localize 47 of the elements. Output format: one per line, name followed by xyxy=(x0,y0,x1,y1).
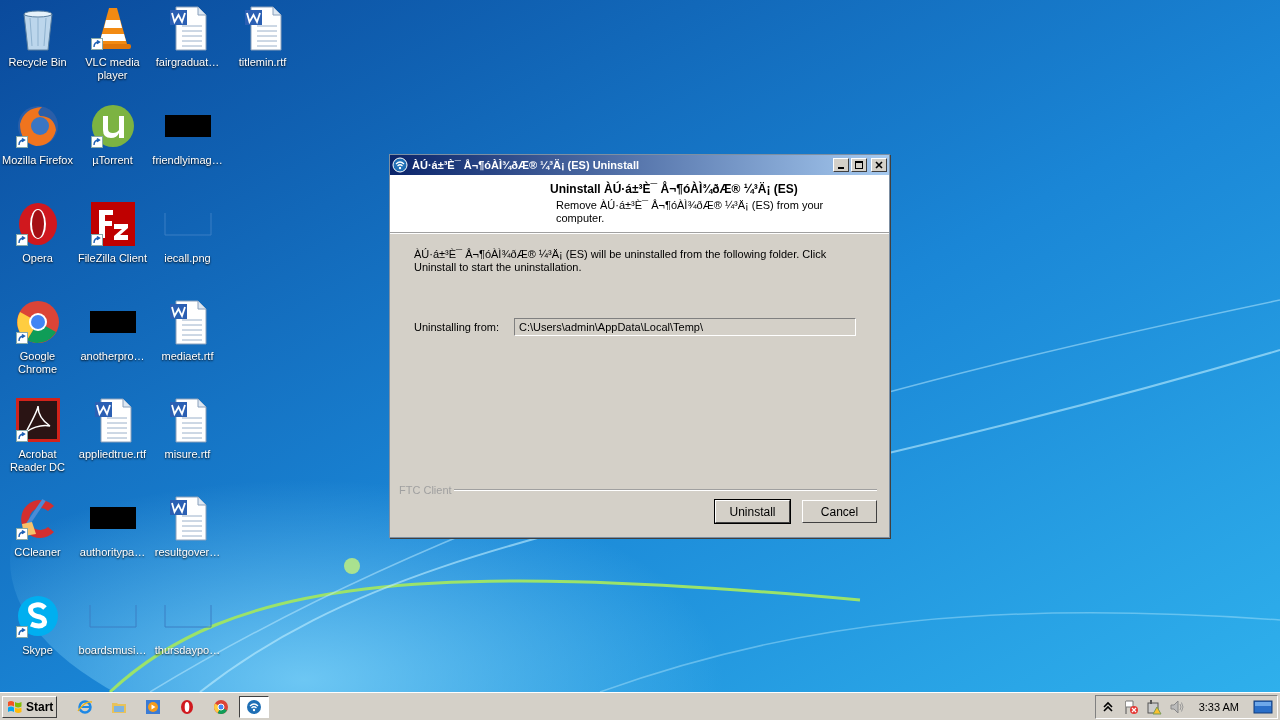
description-text: ÀÚ·á±³È¯ Å¬¶óÀÌ¾ðÆ® ¼³Ä¡ (ES) will be uninstalled from the following folder. Click Uninstall to start the uninstallation. xyxy=(414,248,828,274)
show-desktop-icon[interactable] xyxy=(1253,698,1273,715)
desktop-icon[interactable]: Recycle Bin xyxy=(0,4,75,102)
minimize-button[interactable] xyxy=(833,158,849,172)
cancel-button[interactable]: Cancel xyxy=(802,500,877,523)
desktop-icon[interactable]: titlemin.rtf xyxy=(225,4,300,102)
desktop-icon[interactable]: mediaet.rtf xyxy=(150,298,225,396)
windows-logo-icon xyxy=(6,698,24,715)
desktop-icon[interactable]: Google Chrome xyxy=(0,298,75,396)
close-icon xyxy=(874,160,884,170)
network-warning-icon[interactable] xyxy=(1145,698,1162,715)
desktop-icon[interactable]: Mozilla Firefox xyxy=(0,102,75,200)
desktop-icon[interactable]: fairgraduat… xyxy=(150,4,225,102)
desktop-icon[interactable]: Acrobat Reader DC xyxy=(0,396,75,494)
dialog-subheading: Remove ÀÚ·á±³È¯ Å¬¶óÀÌ¾ðÆ® ¼³Ä¡ (ES) from your computer. xyxy=(555,199,825,225)
desktop-icon[interactable]: Opera xyxy=(0,200,75,298)
minimize-icon xyxy=(838,167,844,169)
uninstall-button[interactable]: Uninstall xyxy=(715,500,790,523)
field-label: Uninstalling from: xyxy=(414,321,498,333)
desktop-icon[interactable]: appliedtrue.rtf xyxy=(75,396,150,494)
close-button[interactable] xyxy=(871,158,887,172)
desktop-icon[interactable]: CCleaner xyxy=(0,494,75,592)
opera-logo-icon xyxy=(179,698,196,715)
maximize-icon xyxy=(854,160,864,170)
desktop-icon[interactable]: authoritypa… xyxy=(75,494,150,592)
installer-icon xyxy=(246,698,263,715)
desktop-icon[interactable]: µTorrent xyxy=(75,102,150,200)
desktop-icon[interactable]: Skype xyxy=(0,592,75,690)
path-field[interactable]: C:\Users\admin\AppData\Local\Temp\ xyxy=(514,318,856,336)
clock: 3:33 AM xyxy=(1198,700,1239,713)
dialog-heading: Uninstall ÀÚ·á±³È¯ Å¬¶óÀÌ¾ðÆ® ¼³Ä¡ (ES) xyxy=(550,182,799,196)
installer-icon xyxy=(392,157,408,173)
desktop-icon[interactable]: resultgover… xyxy=(150,494,225,592)
flag-error-icon[interactable] xyxy=(1122,698,1139,715)
taskbar-button[interactable] xyxy=(239,695,270,718)
media-player-icon xyxy=(145,698,162,715)
window-title: ÀÚ·á±³È¯ Å¬¶óÀÌ¾ðÆ® ¼³Ä¡ (ES) Uninstall xyxy=(412,159,641,171)
internet-explorer-icon xyxy=(77,698,94,715)
desktop-icon[interactable]: misure.rtf xyxy=(150,396,225,494)
desktop-icon[interactable]: anotherpro… xyxy=(75,298,150,396)
start-button[interactable]: Start xyxy=(2,695,58,718)
desktop-icon[interactable]: FileZilla Client xyxy=(75,200,150,298)
desktop-icon[interactable]: friendlyimag… xyxy=(150,102,225,200)
desktop-icon[interactable]: VLC media player xyxy=(75,4,150,102)
chrome-logo-icon xyxy=(213,698,230,715)
desktop-icon[interactable]: iecall.png xyxy=(150,200,225,298)
maximize-button[interactable] xyxy=(851,158,867,172)
